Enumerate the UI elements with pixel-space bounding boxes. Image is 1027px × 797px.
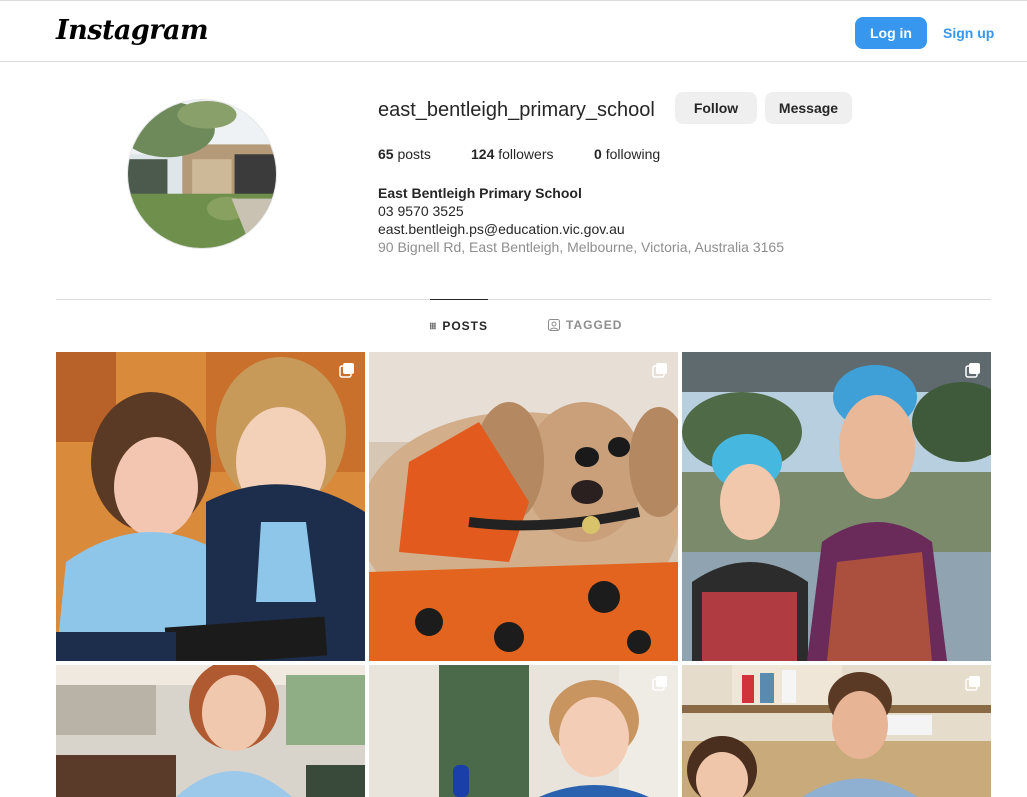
bio-email: east.bentleigh.ps@education.vic.gov.au <box>378 221 625 237</box>
multi-post-icon <box>339 363 354 378</box>
tab-tagged-label: TAGGED <box>566 318 623 332</box>
profile-bio: East Bentleigh Primary School 03 9570 35… <box>378 184 784 256</box>
tab-tagged[interactable]: TAGGED <box>548 299 622 351</box>
bio-phone: 03 9570 3525 <box>378 203 464 219</box>
grid-post[interactable] <box>682 352 991 661</box>
multi-post-icon <box>965 363 980 378</box>
grid-post[interactable] <box>369 665 678 797</box>
grid-icon <box>430 322 437 329</box>
tabs-divider <box>56 299 991 300</box>
posts-stat: 65 posts <box>378 146 431 162</box>
grid-post[interactable] <box>56 352 365 661</box>
posts-stat-label: posts <box>397 146 431 162</box>
followers-stat-label: followers <box>498 146 554 162</box>
top-nav-bar: Instagram Log in Sign up <box>0 0 1027 62</box>
grid-post[interactable] <box>682 665 991 797</box>
multi-post-icon <box>652 363 667 378</box>
grid-post[interactable] <box>56 665 365 797</box>
profile-avatar[interactable] <box>127 99 277 249</box>
multi-post-icon <box>652 676 667 691</box>
tab-posts-label: POSTS <box>442 318 488 333</box>
following-stat[interactable]: 0 following <box>594 146 660 162</box>
followers-count: 124 <box>471 146 495 162</box>
instagram-logo[interactable]: Instagram <box>56 15 209 46</box>
following-stat-label: following <box>605 146 661 162</box>
followers-stat[interactable]: 124 followers <box>471 146 554 162</box>
tagged-user-icon <box>548 319 560 331</box>
tab-posts[interactable]: POSTS <box>430 299 488 351</box>
following-count: 0 <box>594 146 602 162</box>
posts-count: 65 <box>378 146 394 162</box>
multi-post-icon <box>965 676 980 691</box>
bio-address[interactable]: 90 Bignell Rd, East Bentleigh, Melbourne… <box>378 238 784 256</box>
signup-link[interactable]: Sign up <box>943 25 994 41</box>
profile-username: east_bentleigh_primary_school <box>378 99 655 121</box>
follow-button[interactable]: Follow <box>675 92 757 124</box>
message-button[interactable]: Message <box>765 92 852 124</box>
grid-post[interactable] <box>369 352 678 661</box>
login-button[interactable]: Log in <box>855 17 927 49</box>
bio-full-name: East Bentleigh Primary School <box>378 185 582 201</box>
